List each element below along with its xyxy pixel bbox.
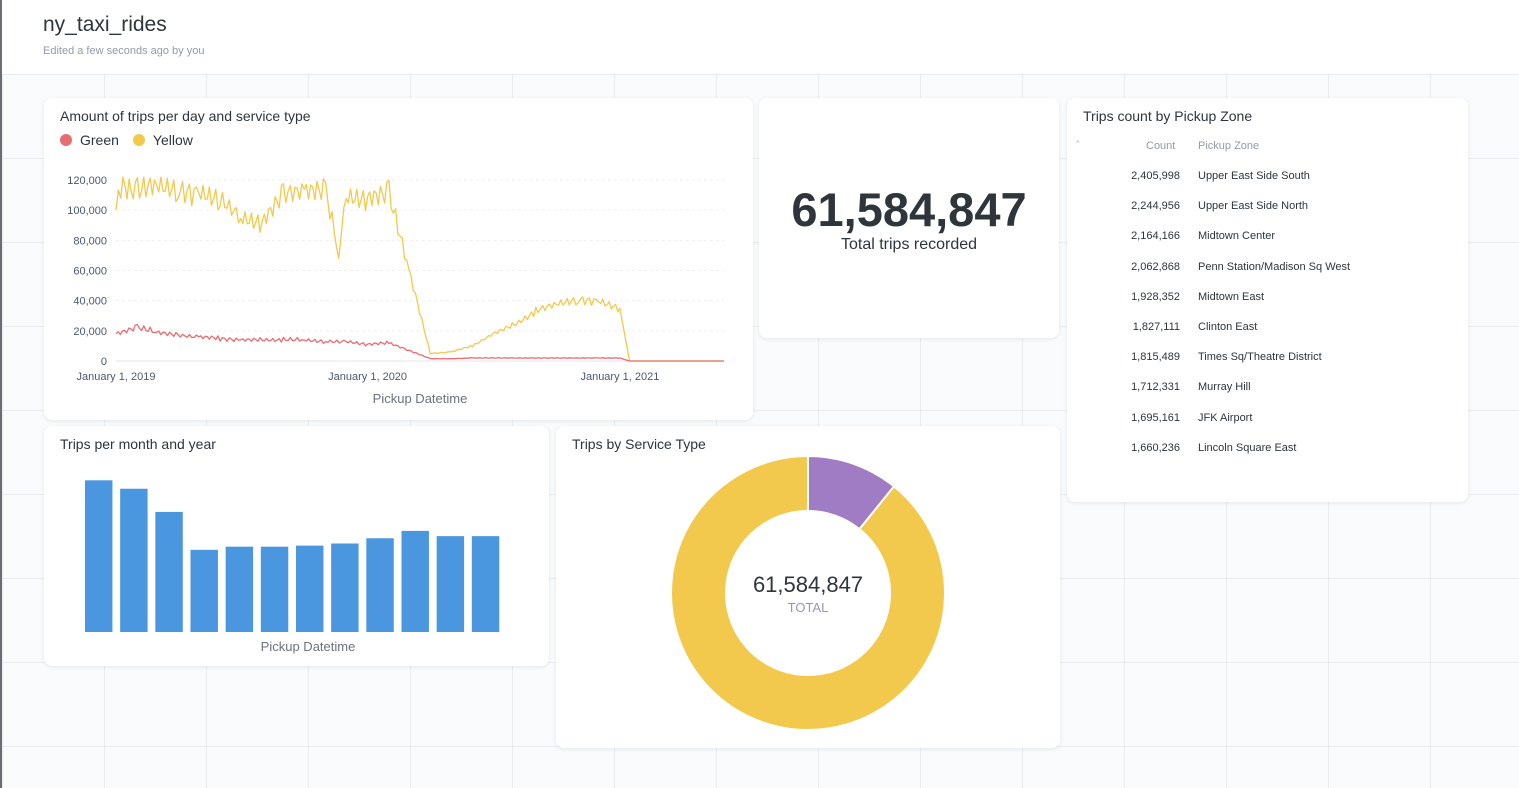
scalar-value: 61,584,847 xyxy=(791,183,1027,236)
cell-pickup-zone: Lincoln Square East xyxy=(1198,441,1297,454)
cell-count: 2,244,956 xyxy=(1131,200,1180,213)
bar[interactable] xyxy=(436,536,465,632)
table-row[interactable]: 2,244,956 Upper East Side North xyxy=(1067,200,1468,230)
y-tick-label: 0 xyxy=(101,356,107,368)
bar[interactable] xyxy=(85,480,113,632)
y-tick-label: 100,000 xyxy=(67,205,107,217)
bar[interactable] xyxy=(366,538,394,632)
dashboard-title[interactable]: ny_taxi_rides xyxy=(43,13,167,37)
y-tick-label: 80,000 xyxy=(73,235,107,247)
cell-pickup-zone: Murray Hill xyxy=(1198,381,1251,394)
cell-count: 1,827,111 xyxy=(1132,321,1180,333)
cell-pickup-zone: Upper East Side North xyxy=(1198,200,1309,213)
series-line-yellow[interactable] xyxy=(115,176,724,362)
cell-count: 2,164,166 xyxy=(1131,230,1180,243)
donut-chart-card[interactable]: Trips by Service Type 61,584,847 TOTAL xyxy=(556,426,1060,748)
column-header-pickup-zone[interactable]: Pickup Zone xyxy=(1198,140,1259,152)
bar[interactable] xyxy=(155,511,183,632)
bar-chart-card[interactable]: Trips per month and year Pickup Datetime xyxy=(44,426,549,666)
cell-count: 1,660,236 xyxy=(1131,441,1180,454)
y-tick-label: 120,000 xyxy=(67,175,107,187)
table-row[interactable]: 2,405,998 Upper East Side South xyxy=(1067,170,1468,200)
bar[interactable] xyxy=(331,543,359,632)
dashboard-edit-info: Edited a few seconds ago by you xyxy=(43,45,205,57)
cell-pickup-zone: Times Sq/Theatre District xyxy=(1198,351,1322,364)
x-tick-label: January 1, 2019 xyxy=(77,371,156,383)
y-tick-label: 40,000 xyxy=(73,296,107,308)
cell-pickup-zone: Penn Station/Madison Sq West xyxy=(1198,260,1351,273)
y-tick-label: 60,000 xyxy=(73,266,107,278)
table-row[interactable]: 1,660,236 Lincoln Square East xyxy=(1067,442,1468,472)
cell-pickup-zone: JFK Airport xyxy=(1198,411,1253,424)
sort-ascending-icon[interactable]: ⌃ xyxy=(1074,139,1082,150)
scalar-label: Total trips recorded xyxy=(840,236,978,253)
bar[interactable] xyxy=(190,549,218,632)
column-header-count[interactable]: Count xyxy=(1146,140,1175,152)
cell-count: 2,405,998 xyxy=(1131,170,1180,182)
cell-count: 1,928,352 xyxy=(1131,290,1180,303)
cell-pickup-zone: Upper East Side South xyxy=(1198,170,1310,182)
table-card[interactable]: Trips count by Pickup Zone ⌃ Count Picku… xyxy=(1067,98,1468,502)
dashboard-header: ny_taxi_rides Edited a few seconds ago b… xyxy=(2,0,1519,74)
series-line-green[interactable] xyxy=(115,323,724,362)
cell-count: 2,062,868 xyxy=(1131,260,1180,273)
cell-count: 1,712,331 xyxy=(1131,381,1180,394)
bar[interactable] xyxy=(260,546,289,632)
table-row[interactable]: 1,928,352 Midtown East xyxy=(1067,291,1468,321)
table-title[interactable]: Trips count by Pickup Zone xyxy=(1083,108,1252,124)
bar[interactable] xyxy=(296,545,324,632)
line-chart-plot: 0 20,000 40,000 60,000 80,000 100,000 120,000 J… xyxy=(67,175,724,406)
bar[interactable] xyxy=(401,530,429,632)
table-row[interactable]: 2,062,868 Penn Station/Madison Sq West xyxy=(1067,261,1468,291)
cell-count: 1,815,489 xyxy=(1131,351,1180,364)
donut-center-value: 61,584,847 xyxy=(753,572,863,597)
cell-pickup-zone: Midtown Center xyxy=(1198,230,1276,243)
table-row[interactable]: 2,164,166 Midtown Center xyxy=(1067,230,1468,260)
scalar-card[interactable]: 61,584,847 Total trips recorded xyxy=(759,98,1059,338)
y-tick-label: 20,000 xyxy=(73,326,107,338)
donut-center-label: TOTAL xyxy=(788,600,829,615)
line-chart-card[interactable]: Amount of trips per day and service type… xyxy=(44,98,753,420)
table-row[interactable]: 1,827,111 Clinton East xyxy=(1067,321,1468,351)
bar[interactable] xyxy=(225,546,254,632)
table-row[interactable]: 1,695,161 JFK Airport xyxy=(1067,412,1468,442)
bar[interactable] xyxy=(471,536,500,632)
bar[interactable] xyxy=(120,488,148,632)
donut-chart-plot: 61,584,847 TOTAL xyxy=(670,454,946,731)
cell-pickup-zone: Midtown East xyxy=(1198,290,1265,303)
cell-count: 1,695,161 xyxy=(1131,411,1180,424)
x-tick-label: January 1, 2020 xyxy=(328,371,407,383)
x-axis-label: Pickup Datetime xyxy=(373,391,468,406)
table-row[interactable]: 1,815,489 Times Sq/Theatre District xyxy=(1067,351,1468,381)
cell-pickup-zone: Clinton East xyxy=(1198,321,1258,333)
x-tick-label: January 1, 2021 xyxy=(580,371,659,383)
x-axis-label: Pickup Datetime xyxy=(261,639,356,654)
bar-chart-plot: Pickup Datetime xyxy=(85,480,500,654)
table-row[interactable]: 1,712,331 Murray Hill xyxy=(1067,381,1468,411)
